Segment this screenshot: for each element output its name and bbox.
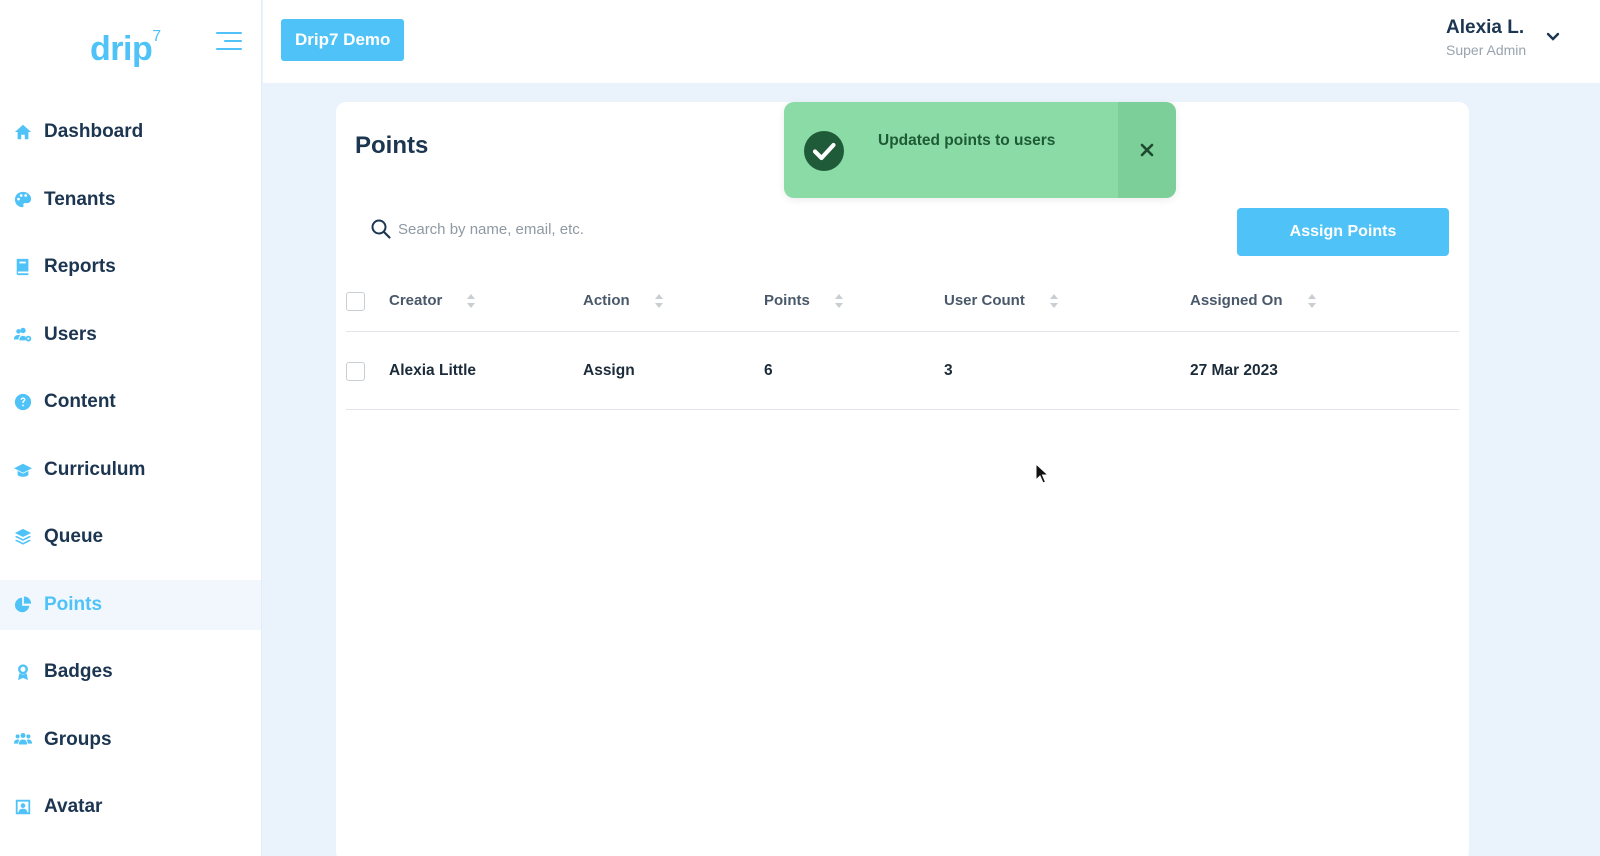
column-label: User Count xyxy=(944,292,1025,309)
toast-close-button[interactable] xyxy=(1118,102,1176,198)
table-header: Creator Action Points User Count Assigne… xyxy=(346,272,1459,332)
cell-action: Assign xyxy=(583,362,635,379)
points-card: Points Assign Points Creator Action Poin… xyxy=(336,102,1469,856)
sidebar-item-content[interactable]: Content xyxy=(0,377,261,427)
sidebar-item-label: Queue xyxy=(44,526,104,547)
sidebar-item-label: Avatar xyxy=(44,796,103,817)
layers-icon xyxy=(13,527,33,547)
sidebar-item-label: Badges xyxy=(44,661,113,682)
sidebar: drip7 Dashboard Tenants Reports Users Co… xyxy=(0,0,262,856)
top-bar: Drip7 Demo Alexia L. Super Admin xyxy=(263,0,1600,83)
column-label: Creator xyxy=(389,292,443,309)
sort-icon xyxy=(467,293,476,308)
column-header-points[interactable]: Points xyxy=(764,292,844,309)
sidebar-item-avatar[interactable]: Avatar xyxy=(0,782,261,832)
column-header-assigned-on[interactable]: Assigned On xyxy=(1190,292,1317,309)
row-checkbox[interactable] xyxy=(346,362,365,381)
sidebar-item-label: Groups xyxy=(44,728,112,750)
portrait-icon xyxy=(13,797,33,817)
column-label: Points xyxy=(764,292,810,309)
chevron-down-icon[interactable] xyxy=(1546,32,1560,42)
column-label: Action xyxy=(583,292,630,309)
sidebar-item-label: Points xyxy=(44,593,103,615)
column-header-creator[interactable]: Creator xyxy=(389,292,476,309)
sort-icon xyxy=(834,293,843,308)
sidebar-item-badges[interactable]: Badges xyxy=(0,647,261,697)
close-icon xyxy=(1140,143,1154,157)
award-icon xyxy=(13,662,33,682)
book-icon xyxy=(13,257,33,277)
column-header-user-count[interactable]: User Count xyxy=(944,292,1059,309)
home-icon xyxy=(13,122,33,142)
sidebar-item-label: Curriculum xyxy=(44,458,146,480)
page-title: Points xyxy=(355,132,429,159)
sidebar-nav: Dashboard Tenants Reports Users Content xyxy=(0,107,261,850)
search-input[interactable] xyxy=(398,214,998,244)
column-header-action[interactable]: Action xyxy=(583,292,664,309)
menu-collapse-icon[interactable] xyxy=(216,30,242,52)
sidebar-item-label: Users xyxy=(44,323,97,345)
search-icon xyxy=(371,219,391,239)
sidebar-item-label: Reports xyxy=(44,256,116,277)
cell-user-count: 3 xyxy=(944,362,953,379)
sort-icon xyxy=(654,293,663,308)
sort-icon xyxy=(1307,293,1316,308)
drip7-logo[interactable]: drip7 xyxy=(90,28,161,69)
cell-assigned-on: 27 Mar 2023 xyxy=(1190,362,1278,379)
group-icon xyxy=(13,730,33,750)
toast-message: Updated points to users xyxy=(878,132,1056,149)
graduation-cap-icon xyxy=(13,460,33,480)
sidebar-item-label: Dashboard xyxy=(44,121,144,142)
question-circle-icon xyxy=(13,392,33,412)
cell-creator: Alexia Little xyxy=(389,362,476,379)
user-name: Alexia L. xyxy=(1446,17,1525,38)
users-gear-icon xyxy=(13,325,33,345)
tenant-switch-button[interactable]: Drip7 Demo xyxy=(281,19,405,61)
sidebar-item-reports[interactable]: Reports xyxy=(0,242,261,292)
palette-icon xyxy=(13,190,33,210)
sidebar-item-tenants[interactable]: Tenants xyxy=(0,175,261,225)
table-row[interactable]: Alexia Little Assign 6 3 27 Mar 2023 xyxy=(346,334,1459,410)
sidebar-item-curriculum[interactable]: Curriculum xyxy=(0,445,261,495)
sidebar-item-queue[interactable]: Queue xyxy=(0,512,261,562)
sidebar-item-points[interactable]: Points xyxy=(0,579,261,630)
mouse-cursor-icon xyxy=(1035,463,1049,484)
check-circle-icon xyxy=(804,131,844,171)
sidebar-item-label: Tenants xyxy=(44,188,116,210)
sidebar-item-dashboard[interactable]: Dashboard xyxy=(0,107,261,157)
success-toast: Updated points to users xyxy=(784,102,1176,198)
sidebar-item-label: Content xyxy=(44,391,116,412)
user-role: Super Admin xyxy=(1446,42,1527,58)
column-label: Assigned On xyxy=(1190,292,1283,309)
sidebar-item-groups[interactable]: Groups xyxy=(0,715,261,765)
sidebar-item-users[interactable]: Users xyxy=(0,310,261,360)
select-all-checkbox[interactable] xyxy=(346,292,365,311)
user-menu[interactable]: Alexia L. Super Admin xyxy=(1446,17,1526,58)
sort-icon xyxy=(1049,293,1058,308)
assign-points-button[interactable]: Assign Points xyxy=(1237,208,1449,256)
pie-chart-icon xyxy=(13,595,33,615)
cell-points: 6 xyxy=(764,362,773,379)
